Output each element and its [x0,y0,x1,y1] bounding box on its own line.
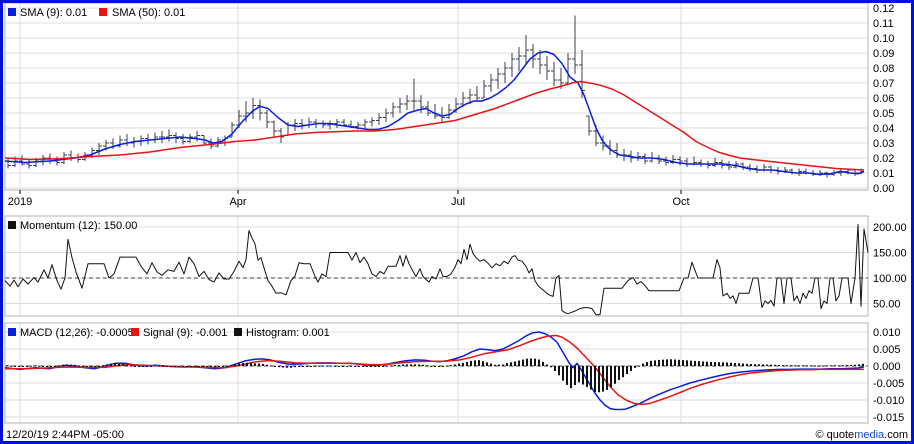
y-tick-label: 0.00 [873,183,894,195]
y-tick-label: 0.12 [873,3,894,15]
y-tick-label: 0.005 [873,344,901,356]
momentum-legend: Momentum (12): 150.00 [8,220,137,232]
x-tick-label: Apr [229,196,246,208]
y-tick-label: 150.00 [873,248,907,260]
histogram-legend-label: Histogram: 0.001 [246,327,330,339]
macd-swatch-icon [8,328,16,336]
credit-domain: .com [884,429,908,441]
price-legend: SMA (9): 0.01 SMA (50): 0.01 [8,7,185,19]
x-tick-label: Jul [451,196,465,208]
quotemedia-credit[interactable]: © quotemedia.com [815,429,908,441]
x-tick-label: 2019 [8,196,32,208]
signal-legend-label: Signal (9): -0.001 [143,327,227,339]
signal-swatch-icon [131,328,139,336]
y-tick-label: 50.00 [873,299,901,311]
sma50-swatch-icon [99,8,107,16]
y-tick-label: 100.00 [873,273,907,285]
y-tick-label: 0.01 [873,168,894,180]
y-tick-label: 0.010 [873,327,901,339]
panel-borders [5,3,868,423]
y-tick-label: -0.005 [873,378,904,390]
y-tick-label: 0.05 [873,108,894,120]
chart-series [5,16,868,410]
sma50-legend-label: SMA (50): 0.01 [112,7,185,19]
y-tick-label: -0.015 [873,412,904,424]
macd-legend: MACD (12,26): -0.0005 Signal (9): -0.001… [8,327,330,339]
y-tick-label: 0.000 [873,361,901,373]
footer: 12/20/19 2:44PM -05:00 © quotemedia.com [6,429,908,441]
y-tick-label: 0.09 [873,48,894,60]
histogram-swatch-icon [234,328,242,336]
sma9-legend-label: SMA (9): 0.01 [20,7,87,19]
y-tick-label: 0.08 [873,63,894,75]
x-tick-label: Oct [672,196,689,208]
y-tick-label: 0.11 [873,18,894,30]
y-tick-label: 0.10 [873,33,894,45]
y-tick-label: 0.03 [873,138,894,150]
y-tick-label: 0.04 [873,123,894,135]
chart-svg: 0.12 0.11 0.10 0.09 0.08 0.07 0.06 0.05 0.04 0.03… [0,0,914,444]
y-tick-label: 0.06 [873,93,894,105]
credit-brand[interactable]: media [854,429,885,441]
stock-chart-widget: 0.12 0.11 0.10 0.09 0.08 0.07 0.06 0.05 0.04 0.03… [0,0,914,444]
y-tick-label: -0.010 [873,395,904,407]
macd-legend-label: MACD (12,26): -0.0005 [20,327,134,339]
gridlines [5,3,868,423]
momentum-legend-label: Momentum (12): 150.00 [20,220,137,232]
y-tick-label: 0.02 [873,153,894,165]
sma9-swatch-icon [8,8,16,16]
y-tick-label: 200.00 [873,222,907,234]
momentum-swatch-icon [8,221,16,229]
timestamp-label: 12/20/19 2:44PM -05:00 [6,429,124,441]
credit-copy: © quote [815,429,854,441]
y-tick-label: 0.07 [873,78,894,90]
